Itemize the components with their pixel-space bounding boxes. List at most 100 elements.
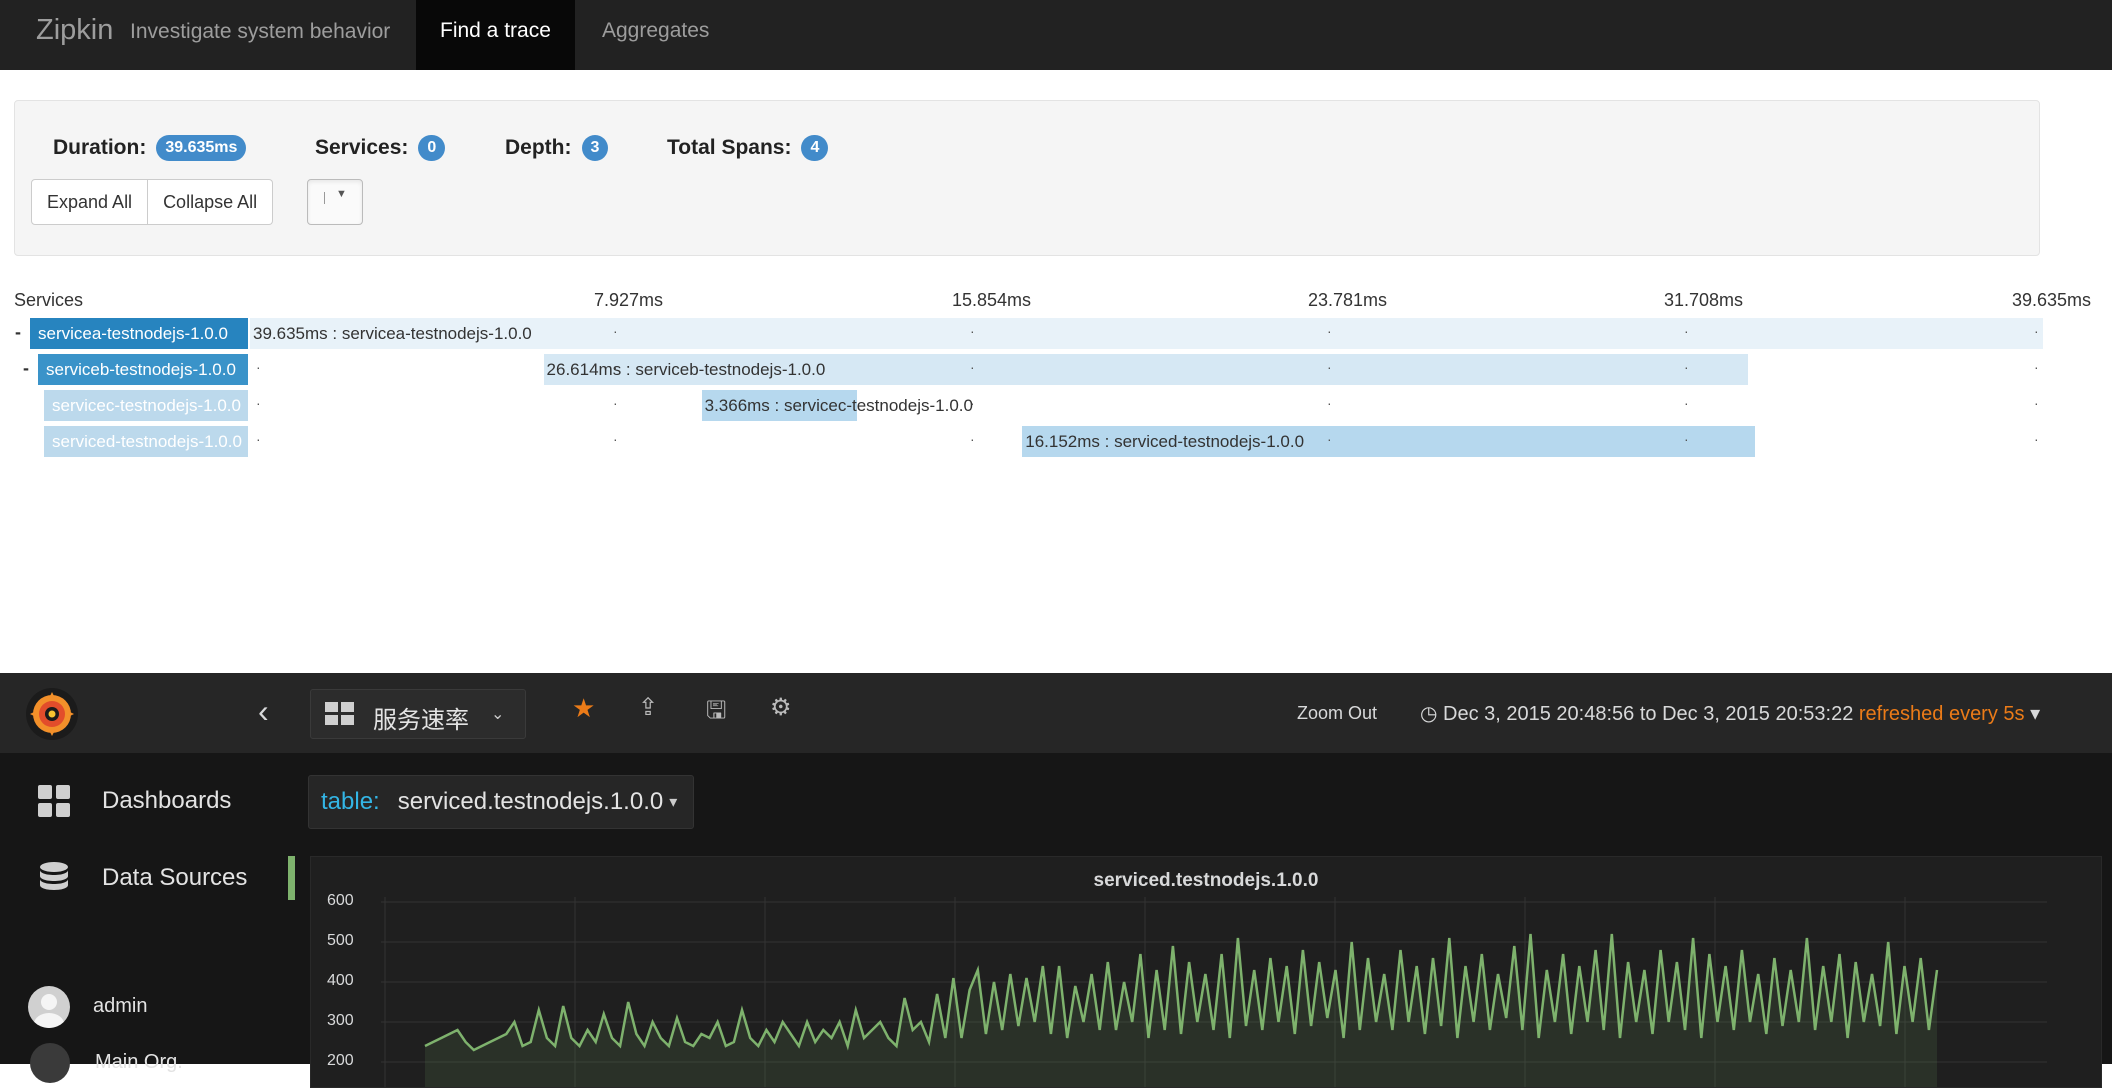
dashboards-grid-icon: [38, 785, 70, 817]
services-summary: Services: 0: [315, 135, 446, 161]
total-spans-label: Total Spans:: [667, 136, 792, 159]
span-row[interactable]: serviced-testnodejs-1.0.0 16.152ms : ser…: [0, 426, 2112, 457]
timeline-dot: ·: [970, 359, 975, 375]
sidebar-item-label: Data Sources: [102, 864, 248, 891]
timeline-dot: ·: [970, 431, 975, 447]
timeline-dot: ·: [1684, 359, 1689, 375]
dashboard-title: 服务速率: [373, 707, 469, 734]
sidebar-item-label: Dashboards: [102, 787, 232, 814]
span-service-name: serviced-testnodejs-1.0.0: [44, 426, 248, 457]
timeline-dot: ·: [2034, 359, 2039, 375]
timeline-dot: ·: [613, 359, 618, 375]
timeline-dot: ·: [256, 395, 261, 411]
span-service-name: servicea-testnodejs-1.0.0: [30, 318, 248, 349]
time-range-text: Dec 3, 2015 20:48:56 to Dec 3, 2015 20:5…: [1443, 703, 1854, 725]
timeline-dot: ·: [2034, 431, 2039, 447]
timeline-dot: ·: [1327, 395, 1332, 411]
zipkin-tagline: Investigate system behavior: [130, 20, 391, 43]
span-bar[interactable]: 39.635ms : servicea-testnodejs-1.0.0: [250, 318, 2043, 349]
timeline-dot: ·: [1327, 359, 1332, 375]
collapse-toggle-icon[interactable]: -: [23, 358, 29, 379]
refresh-interval: refreshed every 5s: [1858, 703, 2025, 725]
tab-find-a-trace[interactable]: Find a trace: [416, 0, 575, 70]
zipkin-navbar: Zipkin Investigate system behavior Find …: [0, 0, 2112, 70]
chevron-down-icon: ⌄: [491, 706, 505, 723]
span-row[interactable]: - servicea-testnodejs-1.0.0 39.635ms : s…: [0, 318, 2112, 349]
span-service-name: serviceb-testnodejs-1.0.0: [38, 354, 248, 385]
span-track: 39.635ms : servicea-testnodejs-1.0.0 · · ·…: [250, 318, 2043, 349]
total-spans-badge: 4: [801, 135, 829, 161]
timeline-dot: ·: [1684, 395, 1689, 411]
collapse-toggle-icon[interactable]: -: [15, 322, 21, 343]
zoom-out-button[interactable]: Zoom Out: [1297, 703, 1377, 724]
org-name[interactable]: Main Org.: [95, 1051, 183, 1074]
timeline-dot: ·: [1684, 431, 1689, 447]
service-filter-dropdown[interactable]: ▼: [307, 179, 363, 225]
dashboard-picker[interactable]: 服务速率 ⌄: [310, 689, 526, 739]
grafana-dashboard: ‹ 服务速率 ⌄ ★ ⇪ 🖫 ⚙ Zoom Out ◷ Dec 3, 2015 …: [0, 673, 2112, 1088]
avatar[interactable]: [28, 986, 70, 1028]
timeline-dot: ·: [1327, 431, 1332, 447]
variable-value: serviced.testnodejs.1.0.0: [397, 788, 664, 815]
span-bar[interactable]: 26.614ms : serviceb-testnodejs-1.0.0: [543, 354, 1749, 385]
graph-plot[interactable]: [311, 857, 2101, 1087]
star-icon[interactable]: ★: [572, 693, 595, 724]
timeline-dot: ·: [256, 323, 261, 339]
time-range-picker[interactable]: ◷ Dec 3, 2015 20:48:56 to Dec 3, 2015 20…: [1420, 701, 2040, 726]
timeline-dot: ·: [970, 323, 975, 339]
depth-badge: 3: [581, 135, 609, 161]
depth-label: Depth:: [505, 136, 572, 159]
timeline-dot: ·: [970, 395, 975, 411]
timeline-dot: ·: [256, 431, 261, 447]
total-spans-summary: Total Spans: 4: [667, 135, 829, 161]
grafana-logo-icon[interactable]: [26, 688, 78, 740]
timeline-dot: ·: [1684, 323, 1689, 339]
database-icon: [40, 862, 68, 890]
span-track: 3.366ms : servicec-testnodejs-1.0.0 · · · ·…: [250, 390, 2040, 421]
timeline-tick: 39.635ms: [2012, 290, 2092, 310]
clock-icon: ◷: [1420, 703, 1444, 725]
services-label: Services:: [315, 136, 409, 159]
grafana-topbar: ‹ 服务速率 ⌄ ★ ⇪ 🖫 ⚙ Zoom Out ◷ Dec 3, 2015 …: [0, 673, 2112, 753]
sidebar-item-dashboards[interactable]: Dashboards: [36, 783, 231, 819]
timeline-tick: 31.708ms: [1664, 290, 1744, 310]
caret-down-icon: ▼: [336, 188, 347, 200]
sidebar-item-data-sources[interactable]: Data Sources: [36, 860, 247, 896]
trace-summary-panel: Duration: 39.635ms Services: 0 Depth: 3 …: [14, 100, 2040, 256]
save-icon[interactable]: 🖫: [706, 693, 726, 734]
share-icon[interactable]: ⇪: [638, 693, 658, 722]
services-badge: 0: [418, 135, 446, 161]
chevron-left-icon[interactable]: ‹: [258, 693, 269, 730]
caret-down-icon: ▾: [2030, 703, 2041, 725]
collapse-all-button[interactable]: Collapse All: [148, 179, 274, 225]
span-bar[interactable]: 3.366ms : servicec-testnodejs-1.0.0: [701, 390, 973, 421]
zipkin-brand[interactable]: Zipkin: [36, 14, 113, 47]
graph-panel: serviced.testnodejs.1.0.0 600 500 400 30…: [310, 856, 2102, 1088]
gear-icon[interactable]: ⚙: [770, 693, 792, 722]
timeline-tick: 7.927ms: [594, 290, 664, 310]
span-row[interactable]: - serviceb-testnodejs-1.0.0 26.614ms : s…: [0, 354, 2112, 385]
active-indicator: [288, 856, 295, 900]
template-variable[interactable]: table: serviced.testnodejs.1.0.0 ▾: [308, 775, 695, 829]
timeline-tick: 23.781ms: [1308, 290, 1388, 310]
duration-summary: Duration: 39.635ms: [53, 135, 247, 161]
timeline-dot: ·: [2034, 323, 2039, 339]
span-track: 16.152ms : serviced-testnodejs-1.0.0 · · ·…: [250, 426, 2040, 457]
span-bar[interactable]: 16.152ms : serviced-testnodejs-1.0.0: [1022, 426, 1755, 457]
span-track: 26.614ms : serviceb-testnodejs-1.0.0 · · ·…: [250, 354, 2040, 385]
org-icon: [30, 1043, 70, 1083]
dropdown-divider: [324, 192, 325, 204]
services-column-header: Services: [14, 290, 84, 310]
duration-badge: 39.635ms: [156, 135, 247, 161]
tab-aggregates[interactable]: Aggregates: [578, 0, 733, 70]
user-name[interactable]: admin: [93, 995, 147, 1018]
timeline-dot: ·: [613, 395, 618, 411]
span-service-name: servicec-testnodejs-1.0.0: [44, 390, 248, 421]
timeline-dot: ·: [256, 359, 261, 375]
timeline-dot: ·: [613, 431, 618, 447]
depth-summary: Depth: 3: [505, 135, 609, 161]
span-row[interactable]: servicec-testnodejs-1.0.0 3.366ms : serv…: [0, 390, 2112, 421]
variable-label: table:: [321, 788, 380, 815]
expand-all-button[interactable]: Expand All: [31, 179, 149, 225]
timeline-dot: ·: [613, 323, 618, 339]
